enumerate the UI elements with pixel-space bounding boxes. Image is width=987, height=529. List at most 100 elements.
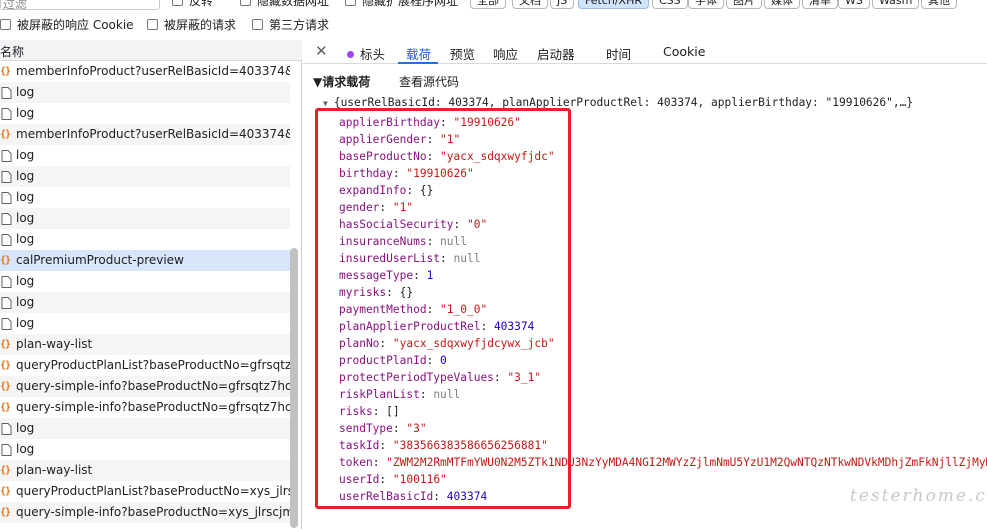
request-row[interactable]: log (0, 208, 290, 229)
request-name: queryProductPlanList?baseProductNo=xys_j… (16, 484, 290, 498)
request-row[interactable]: log (0, 439, 290, 460)
tab-response[interactable]: 响应 (493, 44, 518, 63)
tab-cookies[interactable]: Cookie (663, 44, 705, 59)
type-filter--[interactable]: 图片 (726, 0, 762, 9)
xhr-icon: {} (0, 255, 11, 266)
document-icon (0, 103, 14, 124)
blocked-requests-checkbox[interactable]: 被屏蔽的请求 (147, 16, 236, 33)
request-row[interactable]: log (0, 313, 290, 334)
request-row[interactable]: log (0, 145, 290, 166)
xhr-icon: {} (0, 465, 11, 476)
document-icon (0, 229, 14, 250)
request-name: log (16, 316, 35, 330)
detail-tabs: ✕ 标头 载荷 预览 响应 启动器 时间 Cookie (303, 40, 987, 64)
filter-input[interactable]: 过滤 (0, 0, 160, 11)
request-list-panel: 名称 {} memberInfoProduct?userRelBasicId=40… (0, 40, 302, 529)
request-row[interactable]: log (0, 103, 290, 124)
request-name: log (16, 442, 35, 456)
third-party-checkbox[interactable]: 第三方请求 (252, 16, 329, 33)
request-name: memberInfoProduct?userRelBasicId=403374&… (16, 127, 290, 141)
request-row[interactable]: {} query-simple-info?baseProductNo=gfrsqt… (0, 376, 290, 397)
xhr-icon: {} (0, 360, 11, 371)
status-dot-icon (347, 51, 354, 58)
type-filter-js[interactable]: JS (550, 0, 575, 9)
document-icon (0, 82, 14, 103)
hide-data-urls-checkbox[interactable]: 隐藏数据网址 (240, 0, 329, 9)
request-list: {} memberInfoProduct?userRelBasicId=40337… (0, 61, 290, 523)
type-filter--[interactable]: 字体 (688, 0, 724, 9)
type-filter-wasm[interactable]: Wasm (872, 0, 920, 9)
request-name: calPremiumProduct-preview (16, 253, 184, 267)
xhr-icon: {} (0, 402, 11, 413)
document-icon (0, 166, 14, 187)
request-name: memberInfoProduct?userRelBasicId=403374&… (16, 64, 290, 78)
request-row[interactable]: {} plan-way-list (0, 334, 290, 355)
request-name: query-simple-info?baseProductNo=gfrsqtz7… (16, 379, 290, 393)
document-icon (0, 208, 14, 229)
document-icon (0, 292, 14, 313)
request-name: log (16, 106, 35, 120)
document-icon (0, 187, 14, 208)
request-row[interactable]: log (0, 271, 290, 292)
tab-initiator[interactable]: 启动器 (537, 44, 575, 63)
request-row[interactable]: {} queryProductPlanList?baseProductNo=xys… (0, 481, 290, 502)
request-row[interactable]: {} queryProductPlanList?baseProductNo=gfr… (0, 355, 290, 376)
checkbox-icon (172, 0, 183, 6)
blocked-cookies-checkbox[interactable]: 被屏蔽的响应 Cookie (0, 16, 134, 33)
request-row[interactable]: {} memberInfoProduct?userRelBasicId=40337… (0, 124, 290, 145)
xhr-icon: {} (0, 129, 11, 140)
request-row[interactable]: log (0, 292, 290, 313)
tab-payload[interactable]: 载荷 (406, 44, 431, 63)
request-detail-panel: ✕ 标头 载荷 预览 响应 启动器 时间 Cookie ▼请求载荷 查看源代码 ▼ {user… (303, 40, 987, 529)
filter-toolbar: 过滤 反转 隐藏数据网址 隐藏扩展程序网址 全部 文档 JS Fetch/XHR CSS… (0, 0, 987, 40)
name-column-header[interactable]: 名称 (0, 40, 302, 61)
type-filter--[interactable]: 媒体 (764, 0, 800, 9)
close-icon[interactable]: ✕ (315, 42, 328, 60)
invert-checkbox[interactable]: 反转 (172, 0, 213, 9)
document-icon (0, 439, 14, 460)
watermark: testerhome.com (850, 486, 987, 506)
tab-timing[interactable]: 时间 (606, 44, 631, 63)
request-row[interactable]: {} query-simple-info?baseProductNo=gfrsqt… (0, 397, 290, 418)
xhr-icon: {} (0, 507, 11, 518)
xhr-icon: {} (0, 381, 11, 392)
request-name: queryProductPlanList?baseProductNo=gfrsq… (16, 358, 290, 372)
request-name: log (16, 421, 35, 435)
request-row[interactable]: log (0, 418, 290, 439)
request-list-scrollbar[interactable] (290, 248, 298, 528)
request-name: log (16, 295, 35, 309)
type-filter--[interactable]: 全部 (470, 0, 506, 9)
view-source-link[interactable]: 查看源代码 (399, 73, 459, 90)
request-row[interactable]: {} memberInfoProduct?userRelBasicId=40337… (0, 61, 290, 82)
request-name: log (16, 148, 35, 162)
checkbox-icon (252, 19, 263, 30)
type-filter--[interactable]: 文档 (512, 0, 548, 9)
type-filter-css[interactable]: CSS (652, 0, 688, 9)
xhr-icon: {} (0, 66, 11, 77)
active-tab-indicator (398, 62, 438, 64)
type-filter-ws[interactable]: WS (838, 0, 870, 9)
request-name: log (16, 232, 35, 246)
request-row[interactable]: {} query-simple-info?baseProductNo=xys_jl… (0, 502, 290, 523)
type-filter--[interactable]: 其他 (921, 0, 957, 9)
document-icon (0, 271, 14, 292)
document-icon (0, 418, 14, 439)
request-row[interactable]: {} calPremiumProduct-preview (0, 250, 290, 271)
request-row[interactable]: {} plan-way-list (0, 460, 290, 481)
request-row[interactable]: log (0, 82, 290, 103)
tab-preview[interactable]: 预览 (450, 44, 475, 63)
type-filter--[interactable]: 清单 (802, 0, 838, 9)
request-payload-toggle[interactable]: ▼请求载荷 (313, 73, 370, 90)
request-row[interactable]: log (0, 229, 290, 250)
checkbox-icon (147, 19, 158, 30)
type-filter-fetch-xhr[interactable]: Fetch/XHR (578, 0, 649, 9)
request-name: log (16, 169, 35, 183)
request-row[interactable]: log (0, 166, 290, 187)
hide-extension-urls-checkbox[interactable]: 隐藏扩展程序网址 (345, 0, 458, 9)
request-name: log (16, 85, 35, 99)
tab-headers[interactable]: 标头 (347, 44, 385, 63)
expand-triangle-icon: ▼ (323, 99, 328, 108)
request-row[interactable]: log (0, 187, 290, 208)
highlight-annotation (315, 108, 571, 509)
request-name: query-simple-info?baseProductNo=gfrsqtz7… (16, 400, 290, 414)
